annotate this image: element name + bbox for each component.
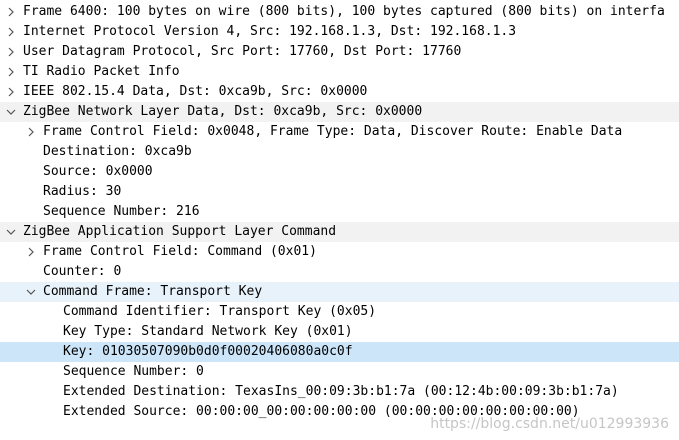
- tree-row-nwk-radius[interactable]: Radius: 30: [0, 182, 679, 202]
- tree-row-command-frame[interactable]: Command Frame: Transport Key: [0, 282, 679, 302]
- chevron-right-icon[interactable]: [5, 22, 17, 42]
- tree-row-label: Frame Control Field: 0x0048, Frame Type:…: [43, 124, 623, 139]
- tree-row-aps-fcf[interactable]: Frame Control Field: Command (0x01): [0, 242, 679, 262]
- packet-details-tree: Frame 6400: 100 bytes on wire (800 bits)…: [0, 2, 679, 422]
- tree-row-label: Internet Protocol Version 4, Src: 192.16…: [23, 24, 517, 39]
- tree-row-label: Extended Destination: TexasIns_00:09:3b:…: [63, 384, 619, 399]
- watermark-text: https://blog.csdn.net/u012993936: [430, 416, 669, 432]
- tree-row-frame[interactable]: Frame 6400: 100 bytes on wire (800 bits)…: [0, 2, 679, 22]
- tree-row-label: ZigBee Application Support Layer Command: [23, 224, 337, 239]
- chevron-right-icon[interactable]: [5, 42, 17, 62]
- tree-row-label: Sequence Number: 0: [63, 364, 204, 379]
- tree-row-label: Frame 6400: 100 bytes on wire (800 bits)…: [23, 4, 665, 19]
- chevron-right-icon[interactable]: [5, 2, 17, 22]
- chevron-right-icon[interactable]: [5, 82, 17, 102]
- tree-row-nwk-sequence[interactable]: Sequence Number: 216: [0, 202, 679, 222]
- tree-row-nwk-source[interactable]: Source: 0x0000: [0, 162, 679, 182]
- tree-row-zigbee-aps[interactable]: ZigBee Application Support Layer Command: [0, 222, 679, 242]
- tree-row-ti-radio[interactable]: TI Radio Packet Info: [0, 62, 679, 82]
- tree-row-aps-counter[interactable]: Counter: 0: [0, 262, 679, 282]
- tree-row-label: Key Type: Standard Network Key (0x01): [63, 324, 353, 339]
- tree-row-extended-destination[interactable]: Extended Destination: TexasIns_00:09:3b:…: [0, 382, 679, 402]
- tree-row-label: Command Frame: Transport Key: [43, 284, 263, 299]
- chevron-right-icon[interactable]: [25, 122, 37, 142]
- tree-row-label: Key: 01030507090b0d0f00020406080a0c0f: [63, 344, 353, 359]
- tree-row-cmd-sequence[interactable]: Sequence Number: 0: [0, 362, 679, 382]
- tree-row-label: Source: 0x0000: [43, 164, 153, 179]
- chevron-down-icon[interactable]: [25, 282, 37, 302]
- tree-row-key-type[interactable]: Key Type: Standard Network Key (0x01): [0, 322, 679, 342]
- tree-row-ipv4[interactable]: Internet Protocol Version 4, Src: 192.16…: [0, 22, 679, 42]
- tree-row-nwk-destination[interactable]: Destination: 0xca9b: [0, 142, 679, 162]
- tree-row-ieee802154[interactable]: IEEE 802.15.4 Data, Dst: 0xca9b, Src: 0x…: [0, 82, 679, 102]
- tree-row-label: Destination: 0xca9b: [43, 144, 192, 159]
- tree-row-label: Radius: 30: [43, 184, 122, 199]
- tree-row-label: TI Radio Packet Info: [23, 64, 180, 79]
- tree-row-label: ZigBee Network Layer Data, Dst: 0xca9b, …: [23, 104, 423, 119]
- chevron-down-icon[interactable]: [5, 102, 17, 122]
- tree-row-udp[interactable]: User Datagram Protocol, Src Port: 17760,…: [0, 42, 679, 62]
- chevron-right-icon[interactable]: [5, 62, 17, 82]
- tree-row-zigbee-nwk[interactable]: ZigBee Network Layer Data, Dst: 0xca9b, …: [0, 102, 679, 122]
- tree-row-key-selected[interactable]: Key: 01030507090b0d0f00020406080a0c0f: [0, 342, 679, 362]
- chevron-down-icon[interactable]: [5, 222, 17, 242]
- tree-row-label: IEEE 802.15.4 Data, Dst: 0xca9b, Src: 0x…: [23, 84, 368, 99]
- tree-row-label: Command Identifier: Transport Key (0x05): [63, 304, 377, 319]
- tree-row-label: Frame Control Field: Command (0x01): [43, 244, 317, 259]
- tree-row-label: Counter: 0: [43, 264, 122, 279]
- tree-row-label: Sequence Number: 216: [43, 204, 200, 219]
- tree-row-command-identifier[interactable]: Command Identifier: Transport Key (0x05): [0, 302, 679, 322]
- chevron-right-icon[interactable]: [25, 242, 37, 262]
- tree-row-label: User Datagram Protocol, Src Port: 17760,…: [23, 44, 462, 59]
- tree-row-nwk-fcf[interactable]: Frame Control Field: 0x0048, Frame Type:…: [0, 122, 679, 142]
